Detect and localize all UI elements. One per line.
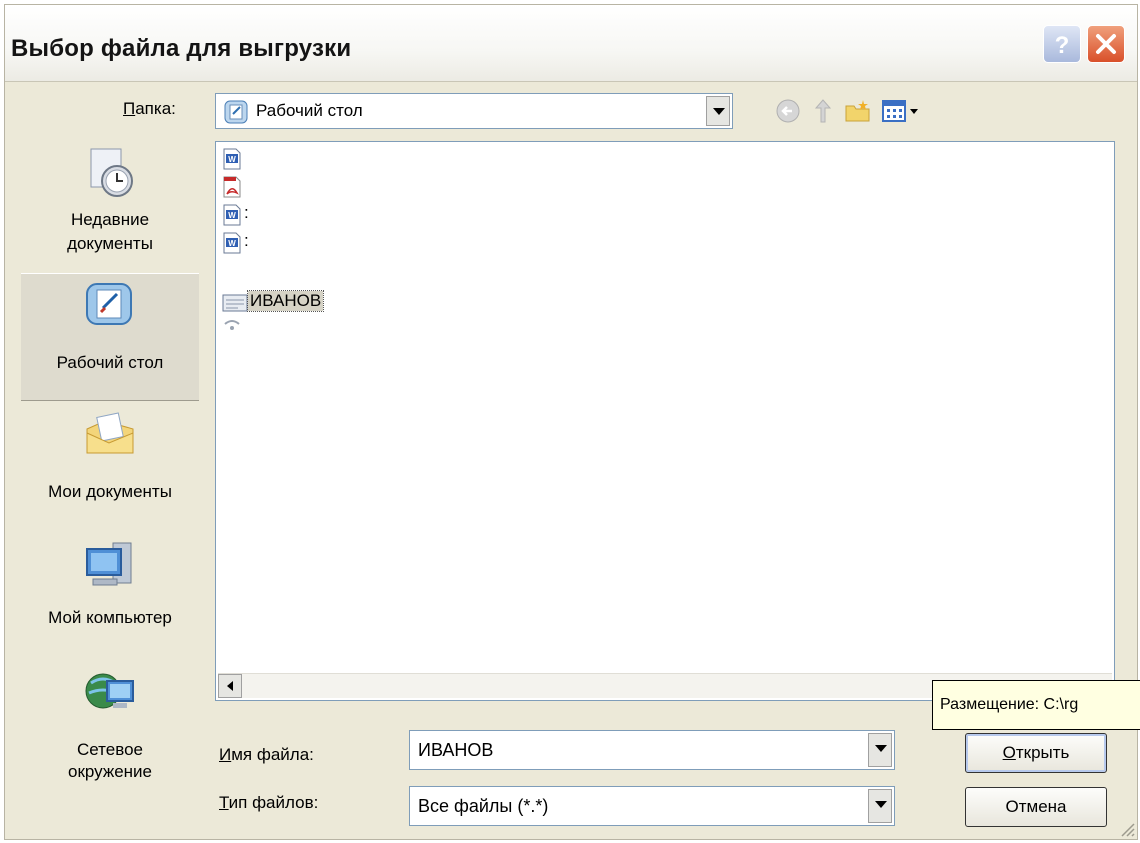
svg-text:W: W bbox=[228, 211, 236, 220]
file-open-dialog: Выбор файла для выгрузки ? Папка: Рабочи… bbox=[4, 4, 1140, 840]
word-document-icon: W bbox=[223, 232, 241, 254]
back-icon[interactable] bbox=[773, 96, 803, 126]
lookin-value: Рабочий стол bbox=[256, 101, 363, 120]
lookin-label: Папка: bbox=[123, 99, 176, 118]
place-my-computer[interactable]: Мой компьютер bbox=[21, 533, 199, 653]
places-bar: Недавние документы Рабочий стол Мои доку… bbox=[21, 141, 199, 831]
question-mark-icon: ? bbox=[1055, 32, 1070, 59]
file-name: : bbox=[244, 203, 249, 222]
scroll-left-button[interactable] bbox=[218, 674, 242, 698]
place-network[interactable]: Сетевое окружение bbox=[21, 655, 199, 805]
desktop-icon bbox=[86, 283, 132, 325]
my-computer-icon bbox=[86, 542, 132, 586]
help-button[interactable]: ? bbox=[1043, 25, 1081, 63]
file-name-selected: ИВАНОВ bbox=[246, 290, 325, 312]
new-folder-icon[interactable] bbox=[843, 96, 873, 126]
place-label: Рабочий стол bbox=[56, 353, 164, 372]
place-desktop[interactable]: Рабочий стол bbox=[21, 273, 199, 401]
recent-documents-icon bbox=[90, 148, 133, 197]
pdf-document-icon bbox=[223, 176, 241, 198]
location-tooltip: Размещение: C:\rg bbox=[932, 680, 1140, 730]
file-list[interactable]: W W : W : ИВАНОВ bbox=[215, 141, 1115, 701]
place-label: Недавние bbox=[70, 210, 150, 229]
place-recent-documents[interactable]: Недавние документы bbox=[21, 141, 199, 269]
dialog-title: Выбор файла для выгрузки bbox=[11, 35, 352, 62]
desktop-icon bbox=[224, 100, 248, 124]
chevron-down-icon bbox=[875, 801, 887, 808]
svg-text:W: W bbox=[228, 239, 236, 248]
filename-value: ИВАНОВ bbox=[418, 740, 494, 760]
cancel-button[interactable]: Отмена bbox=[965, 787, 1107, 827]
shortcut-icon bbox=[224, 320, 240, 330]
filename-input[interactable]: ИВАНОВ bbox=[409, 730, 895, 770]
filetype-dropdown-button[interactable] bbox=[868, 789, 892, 823]
file-name: : bbox=[244, 231, 249, 250]
text-file-icon bbox=[222, 294, 248, 312]
filetype-select[interactable]: Все файлы (*.*) bbox=[409, 786, 895, 826]
place-label: Мой компьютер bbox=[48, 608, 172, 627]
word-document-icon: W bbox=[223, 148, 241, 170]
lookin-combobox[interactable]: Рабочий стол bbox=[215, 93, 733, 129]
close-icon bbox=[1096, 34, 1116, 54]
close-button[interactable] bbox=[1087, 25, 1125, 63]
svg-text:?: ? bbox=[1055, 32, 1070, 59]
word-document-icon: W bbox=[223, 204, 241, 226]
network-icon bbox=[85, 673, 134, 709]
chevron-left-icon bbox=[227, 681, 233, 691]
place-label: документы bbox=[67, 234, 153, 253]
title-bar[interactable]: Выбор файла для выгрузки ? bbox=[5, 5, 1137, 82]
view-menu-icon[interactable] bbox=[880, 96, 922, 126]
place-label: окружение bbox=[67, 762, 152, 781]
filetype-label: Тип файлов: bbox=[219, 793, 319, 812]
open-button[interactable]: Открыть bbox=[965, 733, 1107, 773]
my-documents-icon bbox=[86, 412, 134, 454]
place-my-documents[interactable]: Мои документы bbox=[21, 403, 199, 531]
filename-label: Имя файла: bbox=[219, 745, 314, 764]
up-folder-icon[interactable] bbox=[808, 96, 838, 126]
lookin-dropdown-button[interactable] bbox=[706, 96, 730, 126]
place-label: Сетевое bbox=[77, 740, 143, 759]
chevron-down-icon bbox=[713, 108, 725, 115]
chevron-down-icon bbox=[875, 745, 887, 752]
filename-dropdown-button[interactable] bbox=[868, 733, 892, 767]
resize-grip-icon[interactable] bbox=[1119, 821, 1135, 837]
svg-text:W: W bbox=[228, 155, 236, 164]
filetype-value: Все файлы (*.*) bbox=[418, 796, 549, 816]
place-label: Мои документы bbox=[48, 482, 172, 501]
